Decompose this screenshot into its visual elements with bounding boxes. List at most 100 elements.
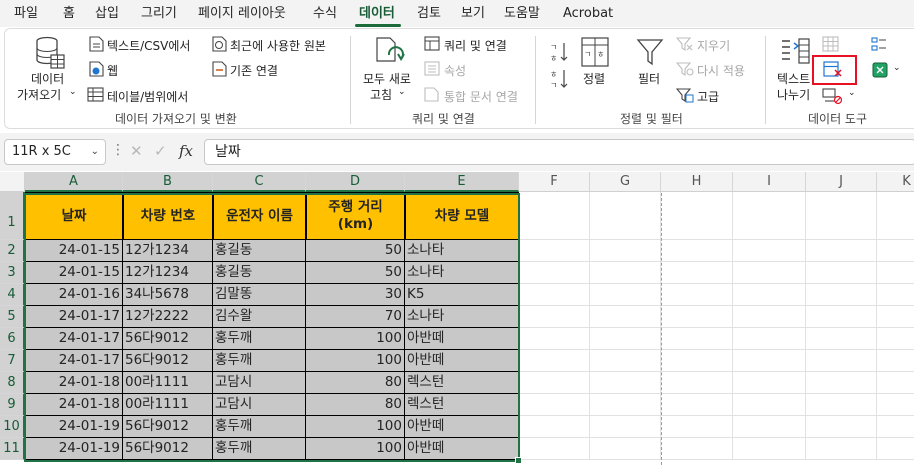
chevron-down-icon[interactable]: ⌄ — [848, 88, 856, 98]
column-header-d[interactable]: D — [306, 172, 405, 192]
empty-cell[interactable] — [661, 240, 733, 262]
queries-connections-button[interactable]: 쿼리 및 연결 — [444, 37, 507, 54]
chevron-down-icon[interactable]: ⌄ — [893, 63, 901, 73]
column-header-f[interactable]: F — [519, 172, 590, 192]
column-header-c[interactable]: C — [213, 172, 306, 192]
data-cell[interactable]: 홍두깨 — [213, 438, 306, 460]
empty-cell[interactable] — [661, 416, 733, 438]
empty-cell[interactable] — [877, 372, 914, 394]
header-cell[interactable]: 날짜 — [25, 192, 123, 240]
empty-cell[interactable] — [590, 240, 661, 262]
empty-cell[interactable] — [590, 192, 661, 240]
empty-cell[interactable] — [590, 350, 661, 372]
empty-cell[interactable] — [733, 284, 806, 306]
chevron-down-icon[interactable]: ⌄ — [91, 140, 99, 164]
menu-data[interactable]: 데이터 — [359, 5, 395, 23]
from-text-csv-button[interactable]: 텍스트/CSV에서 — [107, 37, 190, 54]
empty-cell[interactable] — [590, 306, 661, 328]
row-header-8[interactable]: 8 — [0, 372, 25, 394]
empty-cell[interactable] — [733, 328, 806, 350]
column-header-h[interactable]: H — [661, 172, 733, 192]
data-cell[interactable]: 24-01-18 — [25, 394, 123, 416]
fill-handle[interactable] — [515, 457, 522, 464]
row-header-10[interactable]: 10 — [0, 416, 25, 438]
sort-button[interactable]: 정렬 — [583, 70, 605, 87]
cancel-icon[interactable]: ✕ — [130, 142, 143, 160]
name-box[interactable]: 11R x 5C ⌄ — [4, 139, 106, 165]
from-web-button[interactable]: 웹 — [107, 62, 118, 79]
empty-cell[interactable] — [519, 394, 590, 416]
header-cell[interactable]: 주행 거리 (km) — [306, 192, 405, 240]
chevron-down-icon[interactable]: ⌄ — [69, 87, 77, 97]
menu-home[interactable]: 홈 — [63, 5, 75, 23]
data-cell[interactable]: 80 — [306, 394, 405, 416]
reapply-button[interactable]: 다시 적용 — [697, 62, 745, 79]
data-cell[interactable]: 아반떼 — [405, 416, 519, 438]
data-cell[interactable]: 24-01-19 — [25, 416, 123, 438]
row-header-7[interactable]: 7 — [0, 350, 25, 372]
data-cell[interactable]: 소나타 — [405, 262, 519, 284]
row-header-11[interactable]: 11 — [0, 438, 25, 460]
data-cell[interactable]: 100 — [306, 438, 405, 460]
row-header-2[interactable]: 2 — [0, 240, 25, 262]
row-header-3[interactable]: 3 — [0, 262, 25, 284]
row-header-4[interactable]: 4 — [0, 284, 25, 306]
column-header-k[interactable]: K — [877, 172, 914, 192]
data-cell[interactable]: 렉스턴 — [405, 394, 519, 416]
empty-cell[interactable] — [806, 284, 877, 306]
data-cell[interactable]: 80 — [306, 372, 405, 394]
menu-acrobat[interactable]: Acrobat — [563, 5, 613, 23]
data-cell[interactable]: 홍두깨 — [213, 328, 306, 350]
header-cell[interactable]: 운전자 이름 — [213, 192, 306, 240]
column-header-e[interactable]: E — [405, 172, 519, 192]
empty-cell[interactable] — [733, 372, 806, 394]
empty-cell[interactable] — [733, 240, 806, 262]
consolidate-icon[interactable] — [871, 36, 889, 52]
data-cell[interactable]: 00라1111 — [123, 372, 213, 394]
menu-view[interactable]: 보기 — [461, 5, 485, 23]
empty-cell[interactable] — [590, 328, 661, 350]
data-cell[interactable]: 24-01-15 — [25, 262, 123, 284]
data-cell[interactable]: 24-01-18 — [25, 372, 123, 394]
empty-cell[interactable] — [519, 416, 590, 438]
empty-cell[interactable] — [590, 416, 661, 438]
empty-cell[interactable] — [877, 328, 914, 350]
data-cell[interactable]: 렉스턴 — [405, 372, 519, 394]
empty-cell[interactable] — [661, 328, 733, 350]
data-cell[interactable]: 56다9012 — [123, 416, 213, 438]
recent-sources-button[interactable]: 최근에 사용한 원본 — [230, 37, 326, 54]
properties-button[interactable]: 속성 — [444, 62, 466, 79]
data-cell[interactable]: 홍길동 — [213, 262, 306, 284]
menu-formulas[interactable]: 수식 — [313, 5, 337, 23]
clear-button[interactable]: 지우기 — [697, 37, 730, 54]
empty-cell[interactable] — [733, 306, 806, 328]
empty-cell[interactable] — [806, 416, 877, 438]
filter-button[interactable]: 필터 — [638, 70, 660, 87]
data-cell[interactable]: 100 — [306, 328, 405, 350]
empty-cell[interactable] — [661, 192, 733, 240]
refresh-all-label-1[interactable]: 모두 새로 — [363, 70, 411, 87]
empty-cell[interactable] — [661, 372, 733, 394]
data-cell[interactable]: 소나타 — [405, 306, 519, 328]
header-cell[interactable]: 차량 번호 — [123, 192, 213, 240]
data-cell[interactable]: 56다9012 — [123, 328, 213, 350]
data-cell[interactable]: 12가2222 — [123, 306, 213, 328]
refresh-all-label-2[interactable]: 고침 — [370, 86, 392, 103]
column-header-b[interactable]: B — [123, 172, 213, 192]
get-data-label-2[interactable]: 가져오기 — [17, 86, 61, 103]
text-to-columns-label-1[interactable]: 텍스트 — [777, 70, 810, 87]
data-cell[interactable]: 아반떼 — [405, 328, 519, 350]
empty-cell[interactable] — [806, 262, 877, 284]
data-cell[interactable]: 고담시 — [213, 394, 306, 416]
data-cell[interactable]: 24-01-17 — [25, 306, 123, 328]
empty-cell[interactable] — [877, 394, 914, 416]
data-cell[interactable]: 홍두깨 — [213, 416, 306, 438]
data-cell[interactable]: K5 — [405, 284, 519, 306]
empty-cell[interactable] — [806, 372, 877, 394]
empty-cell[interactable] — [733, 394, 806, 416]
data-cell[interactable]: 24-01-19 — [25, 438, 123, 460]
menu-help[interactable]: 도움말 — [504, 5, 540, 23]
data-cell[interactable]: 12가1234 — [123, 262, 213, 284]
empty-cell[interactable] — [590, 394, 661, 416]
select-all-corner[interactable] — [0, 172, 25, 192]
